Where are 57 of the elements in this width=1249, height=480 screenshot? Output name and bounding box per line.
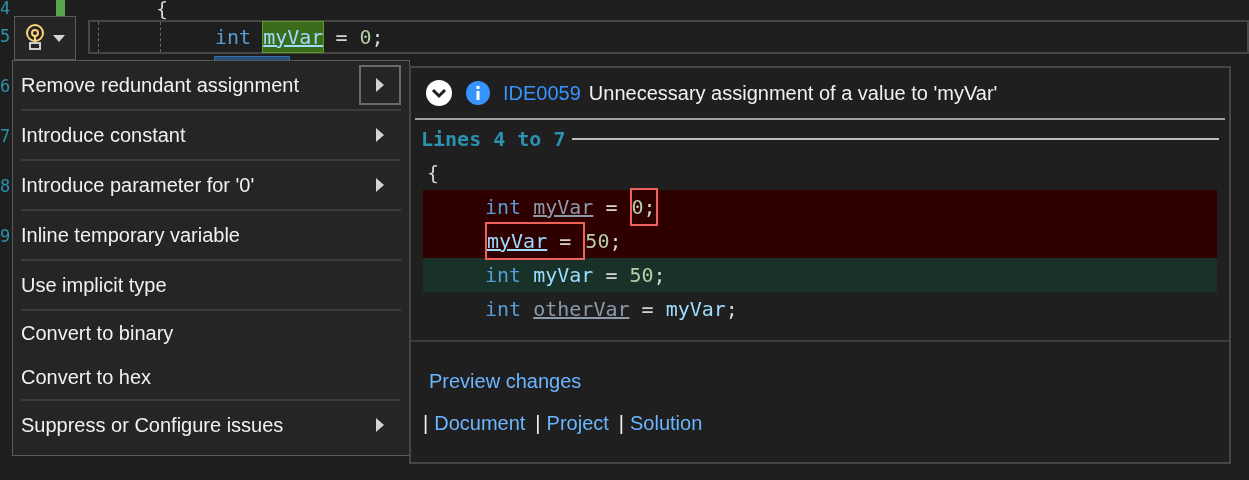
menu-item[interactable]: Introduce parameter for '0' xyxy=(21,170,255,200)
code-token: ; xyxy=(643,195,656,219)
code-token: myVar xyxy=(533,262,594,289)
light-bulb-icon xyxy=(25,24,45,52)
code-token: 0 xyxy=(631,195,644,219)
submenu-button[interactable] xyxy=(359,65,401,105)
code-token: = xyxy=(604,194,619,221)
line-number: 9 xyxy=(0,228,11,245)
scope-link[interactable]: Solution xyxy=(630,408,703,438)
line-number: 4 xyxy=(0,0,11,17)
code-token: myVar xyxy=(665,296,726,323)
code-token: int xyxy=(215,24,253,51)
code-token: myVar xyxy=(487,229,548,253)
line-number: 5 xyxy=(0,28,11,45)
code-token: = xyxy=(558,229,573,253)
code-token: 50 xyxy=(585,228,610,255)
code-token: { xyxy=(156,0,169,23)
menu-item[interactable]: Inline temporary variable xyxy=(21,220,240,250)
scope-separator: | xyxy=(618,411,624,436)
light-bulb-button[interactable] xyxy=(14,16,76,60)
code-token: = xyxy=(604,262,619,289)
line-number: 8 xyxy=(0,178,11,195)
caret-down-icon xyxy=(53,34,65,42)
scope-link[interactable]: Project xyxy=(546,408,609,438)
menu-item[interactable]: Suppress or Configure issues xyxy=(21,410,284,440)
menu-item[interactable]: Use implicit type xyxy=(21,270,167,300)
line-number: 6 xyxy=(0,78,11,95)
code-token: = xyxy=(640,296,655,323)
diagnostic-message: Unnecessary assignment of a value to 'myVar' xyxy=(588,81,998,106)
preview-changes-link[interactable]: Preview changes xyxy=(429,366,582,396)
change-bar xyxy=(56,0,65,16)
range-label: Lines 4 to 7 xyxy=(421,126,566,153)
code-token: ; xyxy=(725,296,738,323)
collapse-icon[interactable] xyxy=(425,79,453,107)
scope-link[interactable]: Document xyxy=(434,408,526,438)
code-token: ; xyxy=(653,262,666,289)
code-token: int xyxy=(485,194,523,221)
code-token: myVar xyxy=(263,22,324,52)
scope-separator: | xyxy=(535,411,541,436)
info-icon xyxy=(465,80,491,106)
menu-item[interactable]: Convert to hex xyxy=(21,362,152,392)
line-number: 7 xyxy=(0,128,11,145)
code-token: int xyxy=(485,296,523,323)
code-token: myVar xyxy=(533,194,594,221)
menu-item[interactable]: Introduce constant xyxy=(21,120,186,150)
code-token: ; xyxy=(609,228,622,255)
scope-separator: | xyxy=(423,411,429,436)
code-token: 0 xyxy=(359,24,372,51)
code-token: ; xyxy=(371,24,384,51)
code-token: { xyxy=(427,160,440,187)
menu-item[interactable]: Remove redundant assignment xyxy=(21,70,299,100)
code-token: otherVar xyxy=(533,296,630,323)
code-token: = xyxy=(334,24,349,51)
code-token: 50 xyxy=(629,262,654,289)
code-token: int xyxy=(485,262,523,289)
menu-item[interactable]: Convert to binary xyxy=(21,318,174,348)
diagnostic-id-link[interactable]: IDE0059 xyxy=(503,78,581,108)
